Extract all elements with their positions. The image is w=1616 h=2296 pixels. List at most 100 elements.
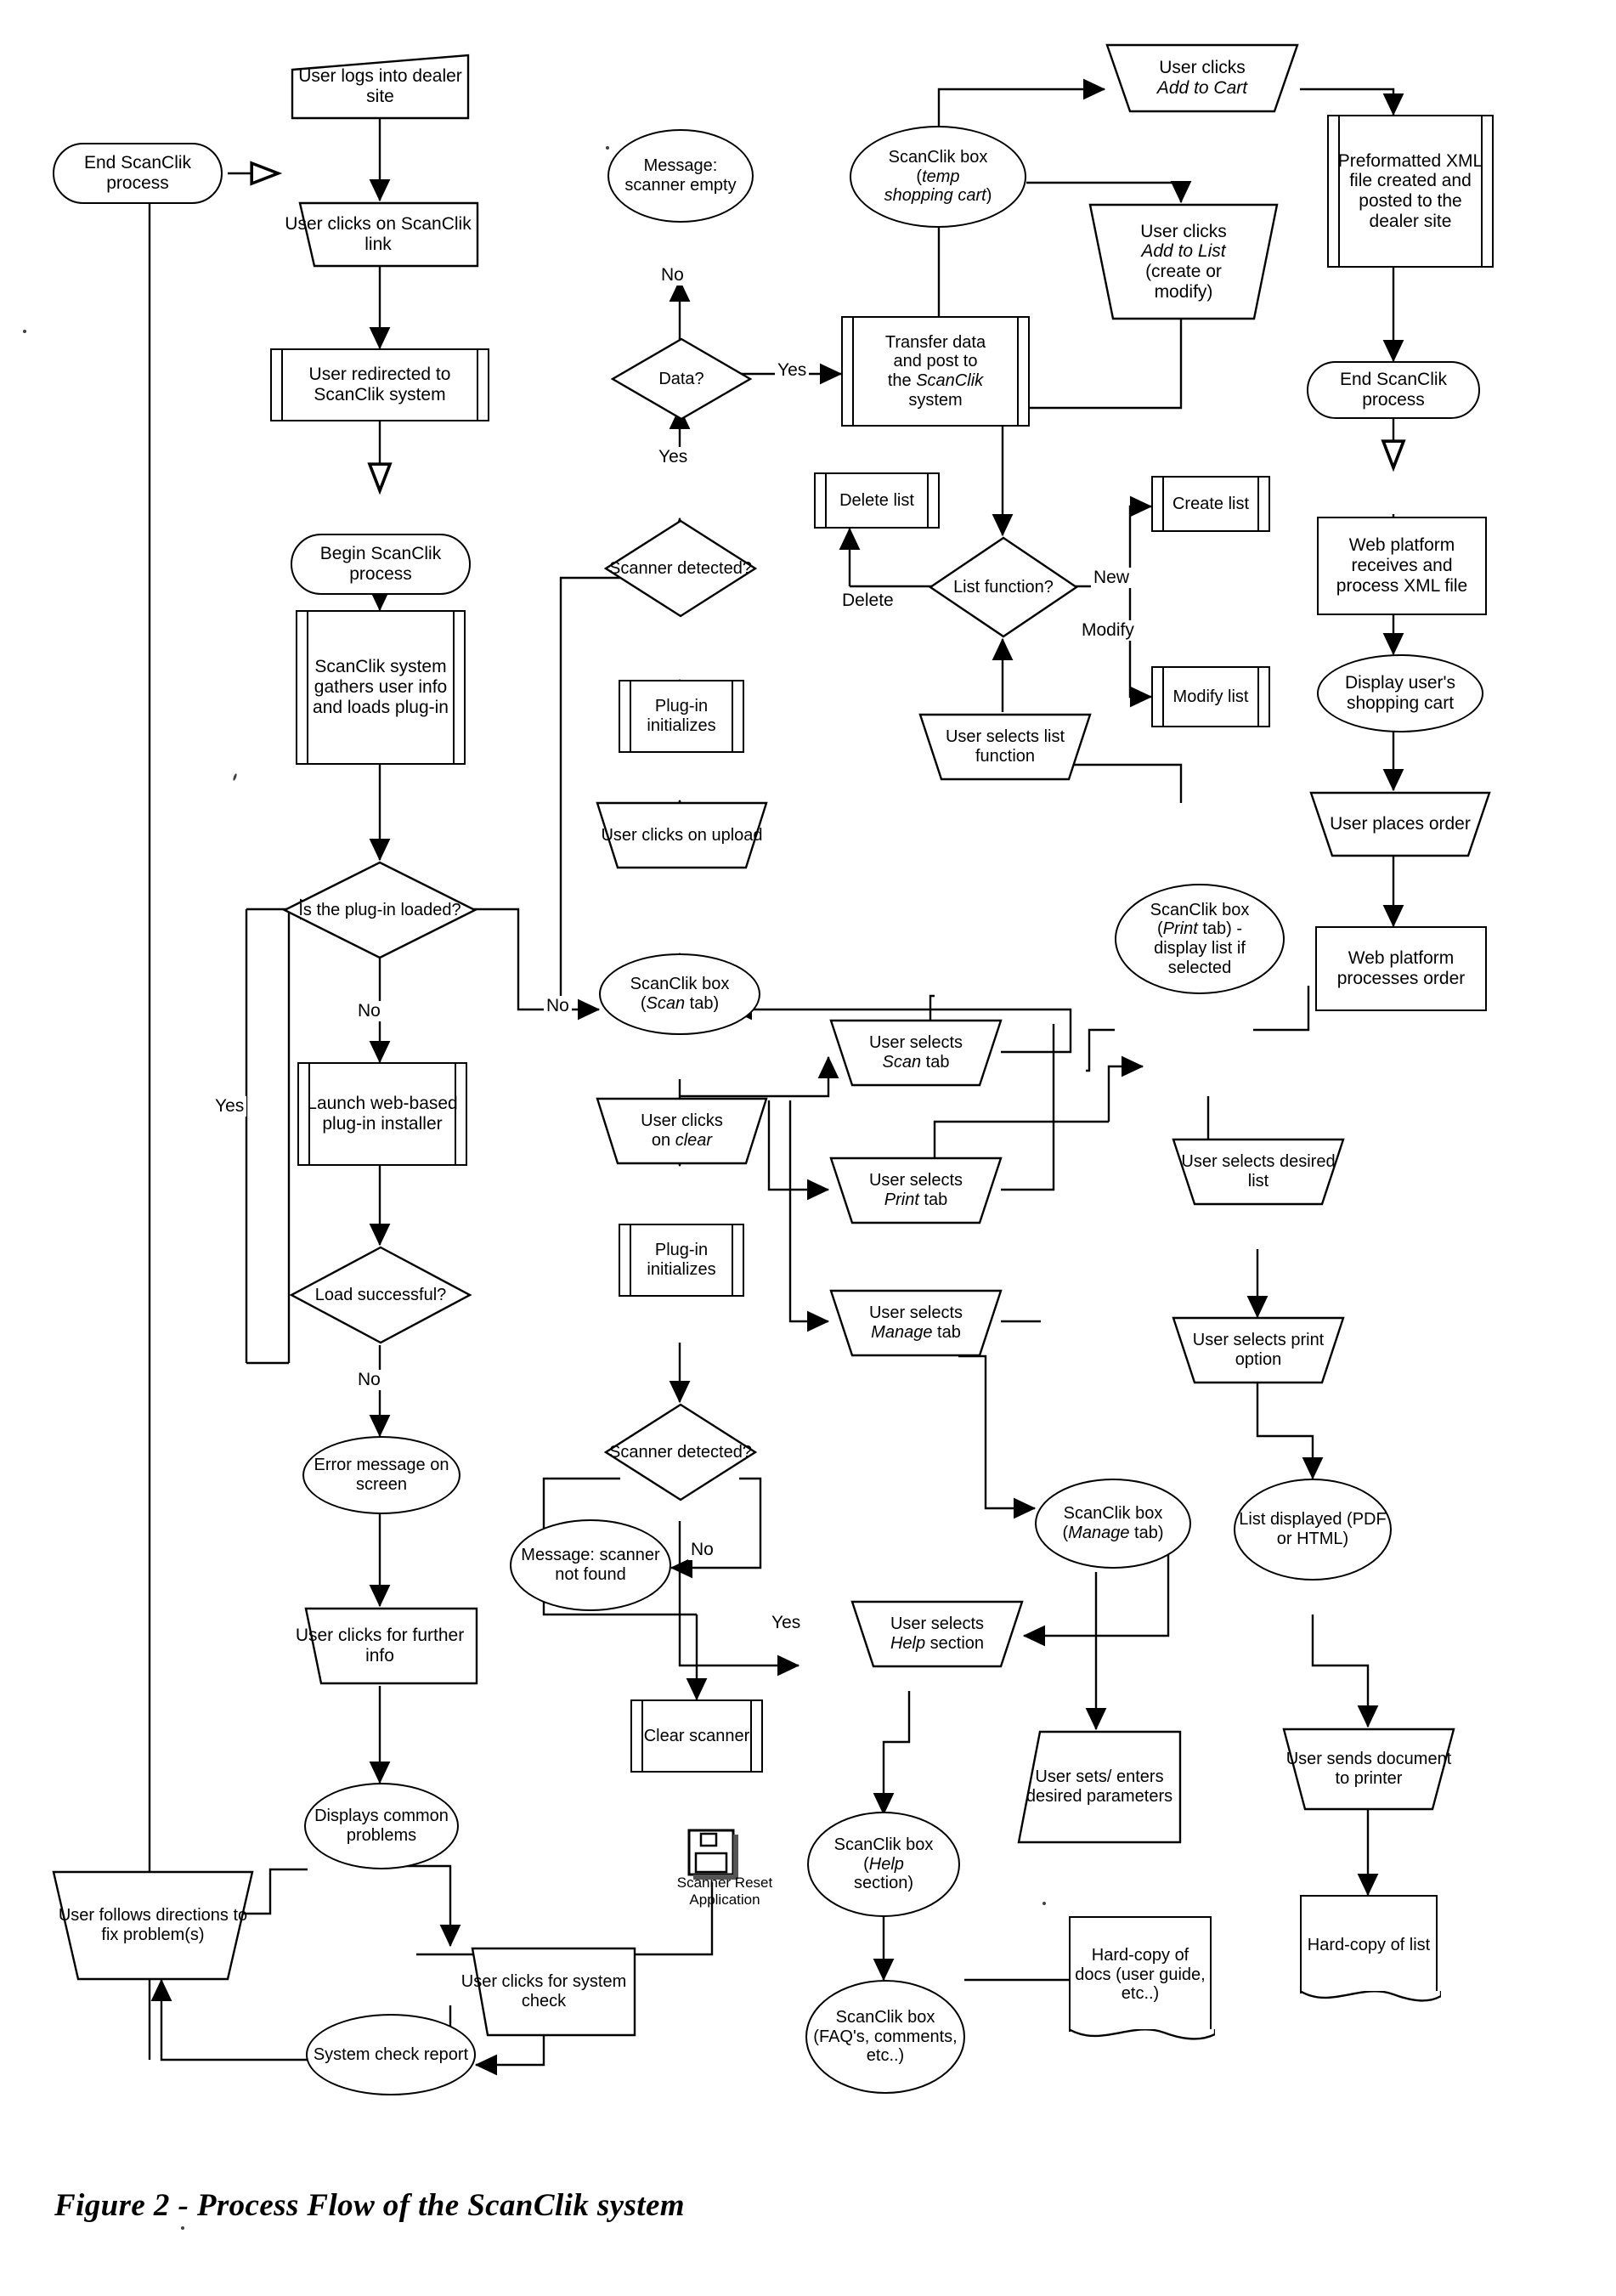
node-label: ScanClik box (Scan tab): [630, 975, 730, 1013]
node-label: ScanClik system gathers user info and lo…: [313, 657, 449, 717]
node-label: User clicks Add to List (create or modify): [1140, 221, 1227, 302]
node-label: User selects Manage tab: [868, 1304, 963, 1342]
node-scanclik-box-faq: ScanClik box (FAQ's, comments, etc..): [805, 1980, 965, 2094]
node-label: User follows directions to fix problem(s…: [58, 1906, 248, 1944]
edge-label-plugin-yes: Yes: [212, 1096, 247, 1117]
node-label: User selects Scan tab: [868, 1033, 963, 1072]
node-label: Delete list: [839, 490, 914, 510]
node-user-clicks-add-to-cart: User clicks Add to Cart: [1105, 42, 1300, 114]
node-clear-scanner: Clear scanner: [630, 1699, 763, 1773]
node-label: Preformatted XML file created and posted…: [1337, 150, 1483, 231]
edge-label-data-no: No: [658, 265, 687, 286]
node-list-displayed: List displayed (PDF or HTML): [1234, 1479, 1392, 1581]
node-plugin-initializes-top: Plug-in initializes: [619, 680, 744, 753]
node-label: List displayed (PDF or HTML): [1239, 1510, 1387, 1548]
scanner-reset-application-label: Scanner Reset Application: [676, 1875, 773, 1908]
scanner-reset-application-icon-group[interactable]: Scanner Reset Application: [677, 1825, 772, 1908]
node-user-sets-parameters: User sets/ enters desired parameters: [1016, 1729, 1183, 1845]
node-label: Web platform receives and process XML fi…: [1336, 535, 1468, 596]
edge-label-list-new: New: [1091, 568, 1133, 588]
node-label: User clicks for system check: [461, 1972, 627, 2010]
node-user-selects-desired-list: User selects desired list: [1171, 1137, 1346, 1207]
node-user-selects-list-function: User selects list function: [918, 712, 1093, 782]
node-label: Load successful?: [314, 1285, 447, 1304]
node-label: Web platform processes order: [1336, 948, 1466, 988]
node-label: Is the plug-in loaded?: [298, 900, 461, 919]
node-preformatted-xml: Preformatted XML file created and posted…: [1327, 115, 1494, 268]
node-user-sends-document: User sends document to printer: [1281, 1727, 1456, 1812]
node-label: ScanClik box (Print tab) - display list if…: [1150, 900, 1250, 977]
node-label: ScanClik box (temp shopping cart): [884, 148, 992, 206]
node-label: Data?: [658, 369, 704, 388]
node-error-message: Error message on screen: [302, 1436, 461, 1514]
node-label: Launch web-based plug-in installer: [307, 1094, 458, 1134]
node-label: User logs into dealer site: [298, 66, 462, 106]
node-end-process-left: End ScanClik process: [53, 143, 223, 204]
node-label: User selects list function: [945, 727, 1065, 766]
node-web-platform-receives: Web platform receives and process XML fi…: [1317, 517, 1487, 615]
node-label: Plug-in initializes: [647, 697, 716, 735]
node-is-plugin-loaded: Is the plug-in loaded?: [282, 860, 477, 960]
node-launch-installer: Launch web-based plug-in installer: [297, 1062, 467, 1166]
node-load-successful: Load successful?: [289, 1245, 472, 1345]
node-label: User selects Help section: [890, 1615, 985, 1653]
node-user-places-order: User places order: [1308, 790, 1492, 858]
node-label: Message: scanner not found: [521, 1546, 660, 1584]
node-data-decision: Data?: [610, 336, 753, 421]
node-label: User places order: [1330, 814, 1471, 834]
node-user-clicks-further-info: User clicks for further info: [280, 1606, 479, 1686]
node-label: Plug-in initializes: [647, 1241, 716, 1279]
edge-label-plugin-no: No: [355, 1001, 383, 1021]
flowchart-page: User logs into dealer site User clicks o…: [0, 0, 1616, 2296]
node-user-clicks-clear: User clicks on clear: [595, 1096, 769, 1166]
node-scanclik-box-temp-cart: ScanClik box (temp shopping cart): [850, 126, 1026, 228]
node-label: User clicks on clear: [641, 1111, 723, 1150]
edge-label-load-no: No: [355, 1370, 383, 1390]
node-label: Scanner detected?: [609, 558, 752, 578]
node-label: User selects desired list: [1181, 1152, 1336, 1190]
node-user-follows-directions: User follows directions to fix problem(s…: [51, 1869, 255, 1982]
node-list-function: List function?: [928, 535, 1079, 639]
node-label: End ScanClik process: [1339, 370, 1448, 410]
node-label: ScanClik box (Manage tab): [1062, 1504, 1164, 1542]
node-label: Create list: [1172, 494, 1250, 513]
node-label: Modify list: [1172, 687, 1249, 706]
node-label: User selects Print tab: [868, 1171, 963, 1209]
edge-label-data-yes-right: Yes: [775, 360, 810, 381]
node-label: Hard-copy of docs (user guide, etc..): [1075, 1946, 1206, 2004]
node-label: User selects print option: [1192, 1331, 1325, 1369]
node-label: Clear scanner: [643, 1726, 750, 1745]
node-scanclik-box-manage-tab: ScanClik box (Manage tab): [1035, 1479, 1191, 1569]
node-system-gathers: ScanClik system gathers user info and lo…: [296, 610, 466, 765]
node-user-clicks-upload: User clicks on upload: [595, 800, 769, 870]
node-label: Hard-copy of list: [1307, 1935, 1431, 1954]
node-hard-copy-of-docs: Hard-copy of docs (user guide, etc..): [1069, 1916, 1215, 2040]
node-scanner-detected-top: Scanner detected?: [603, 518, 758, 619]
node-end-process-right: End ScanClik process: [1307, 361, 1480, 419]
edge-label-scanner-top-no: No: [544, 996, 572, 1016]
node-user-selects-print-option: User selects print option: [1171, 1315, 1346, 1385]
node-scanclik-box-scan-tab: ScanClik box (Scan tab): [599, 953, 760, 1035]
node-label: User redirected to ScanClik system: [308, 365, 451, 404]
node-delete-list: Delete list: [814, 472, 940, 529]
node-label: Message: scanner empty: [624, 156, 737, 195]
node-message-scanner-empty: Message: scanner empty: [607, 129, 754, 223]
node-user-logs-in: User logs into dealer site: [289, 53, 472, 121]
node-scanclik-box-help-section: ScanClik box (Help section): [807, 1812, 960, 1917]
node-label: End ScanClik process: [83, 153, 192, 193]
node-label: User clicks on ScanClik link: [285, 214, 472, 254]
node-create-list: Create list: [1151, 476, 1270, 532]
edge-label-data-yes-up: Yes: [656, 447, 691, 467]
node-label: List function?: [953, 577, 1054, 597]
node-user-clicks-scanclik-link: User clicks on ScanClik link: [276, 201, 480, 269]
node-user-clicks-system-check: User clicks for system check: [450, 1946, 637, 2038]
node-label: User clicks for further info: [295, 1626, 465, 1665]
node-displays-common-problems: Displays common problems: [304, 1783, 459, 1869]
node-label: Transfer data and post to the ScanClik syst…: [884, 332, 986, 410]
node-user-selects-help-section: User selects Help section: [850, 1599, 1025, 1669]
node-user-selects-print-tab: User selects Print tab: [828, 1156, 1003, 1225]
node-label: System check report: [313, 2044, 469, 2064]
node-user-selects-scan-tab: User selects Scan tab: [828, 1018, 1003, 1088]
node-user-clicks-add-to-list: User clicks Add to List (create or modify): [1088, 202, 1280, 321]
node-scanner-detected-bottom: Scanner detected?: [603, 1402, 758, 1502]
